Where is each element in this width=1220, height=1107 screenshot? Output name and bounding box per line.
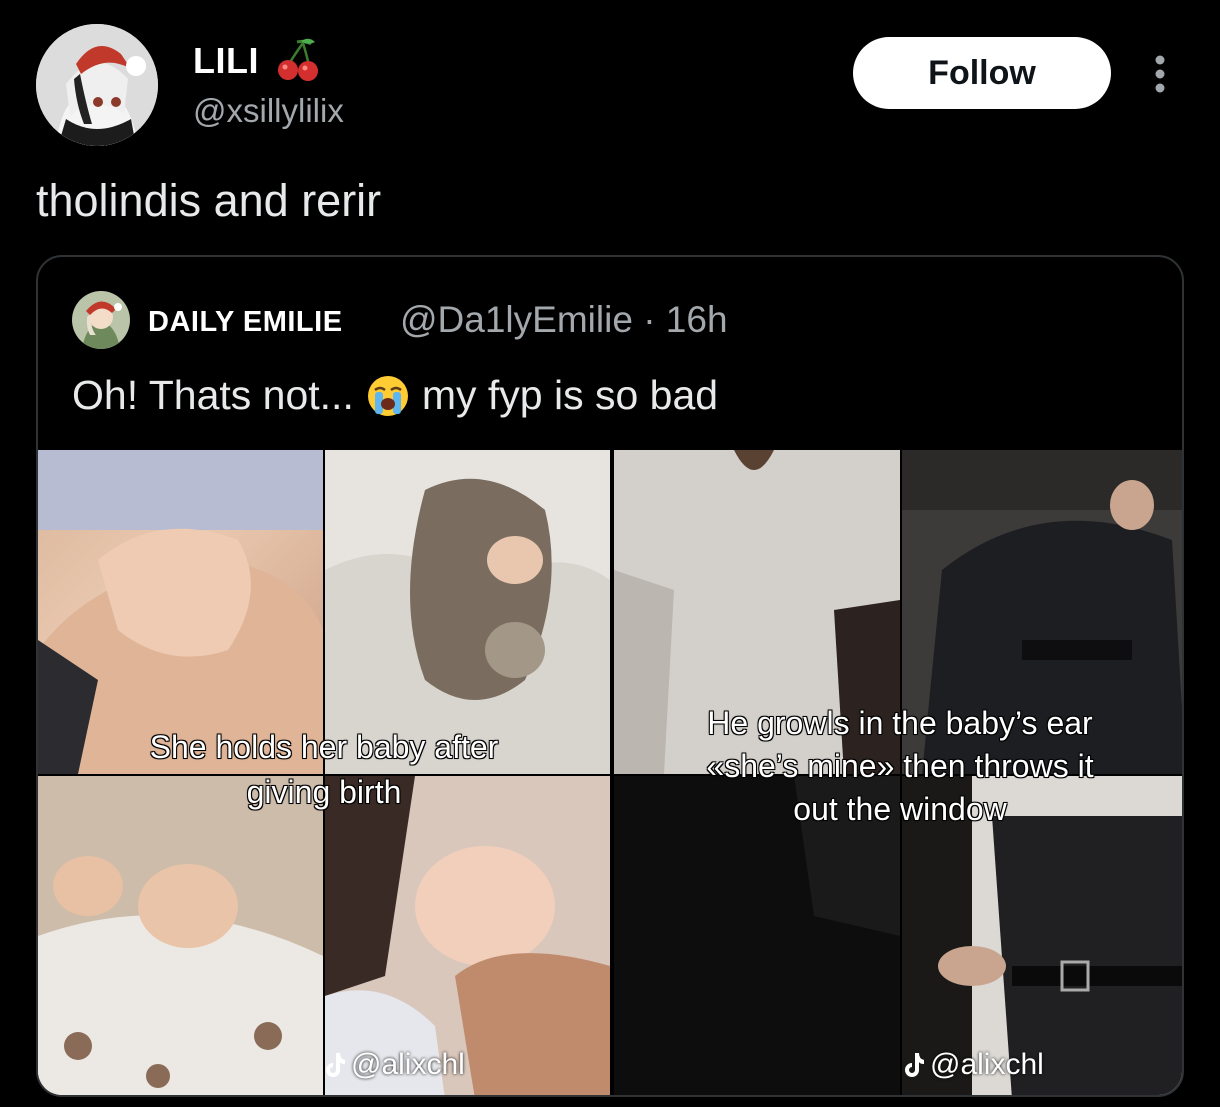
author-display-name[interactable]: LILI (193, 40, 259, 82)
quote-media[interactable]: She holds her baby after giving birth @a… (38, 450, 1182, 1095)
tiktok-icon (326, 1053, 345, 1077)
tiktok-icon (905, 1053, 924, 1077)
quoted-tweet[interactable]: DAILY EMILIE @Da1lyEmilie · 16h Oh! That… (36, 255, 1184, 1097)
quote-text-after: my fyp is so bad (421, 372, 719, 418)
right-caption-line3: out the window (793, 791, 1007, 828)
right-watermark-handle: @alixchl (930, 1048, 1044, 1081)
quote-meta: @Da1lyEmilie · 16h (400, 299, 728, 341)
left-caption: She holds her baby after giving birth (38, 725, 610, 815)
right-caption: He growls in the baby’s ear «she’s mine»… (614, 702, 1182, 832)
left-caption-line1: She holds her baby after (149, 729, 499, 765)
author-handle[interactable]: @xsillylilix (193, 92, 344, 130)
left-watermark-handle: @alixchl (351, 1048, 465, 1081)
cherry-icon (278, 38, 318, 81)
right-caption-line2: «she’s mine» then throws it (706, 748, 1094, 785)
right-caption-line1: He growls in the baby’s ear (707, 705, 1093, 741)
quote-text-before: Oh! Thats not... (72, 372, 354, 418)
photo-baby-hands-knit-art (38, 776, 323, 1095)
avatar-image (36, 24, 158, 146)
photo-baby-hands-knit (38, 776, 323, 1095)
quote-avatar-image (72, 291, 130, 349)
author-avatar[interactable] (36, 24, 158, 146)
left-watermark: @alixchl (323, 1048, 465, 1082)
follow-button[interactable]: Follow (853, 37, 1111, 109)
more-options-icon[interactable] (1146, 52, 1174, 96)
quote-timestamp[interactable]: 16h (666, 299, 728, 340)
quote-author-avatar[interactable] (72, 291, 130, 349)
right-watermark: @alixchl (902, 1048, 1044, 1082)
quote-author-handle[interactable]: @Da1lyEmilie (400, 299, 633, 340)
tweet-text: tholindis and rerir (36, 175, 382, 226)
meta-separator: · (643, 299, 656, 340)
quote-author-display-name[interactable]: DAILY EMILIE (148, 306, 343, 339)
loudly-crying-face-icon (367, 375, 408, 416)
quote-text: Oh! Thats not... my fyp is so bad (72, 372, 718, 419)
left-caption-line2: giving birth (246, 773, 402, 810)
